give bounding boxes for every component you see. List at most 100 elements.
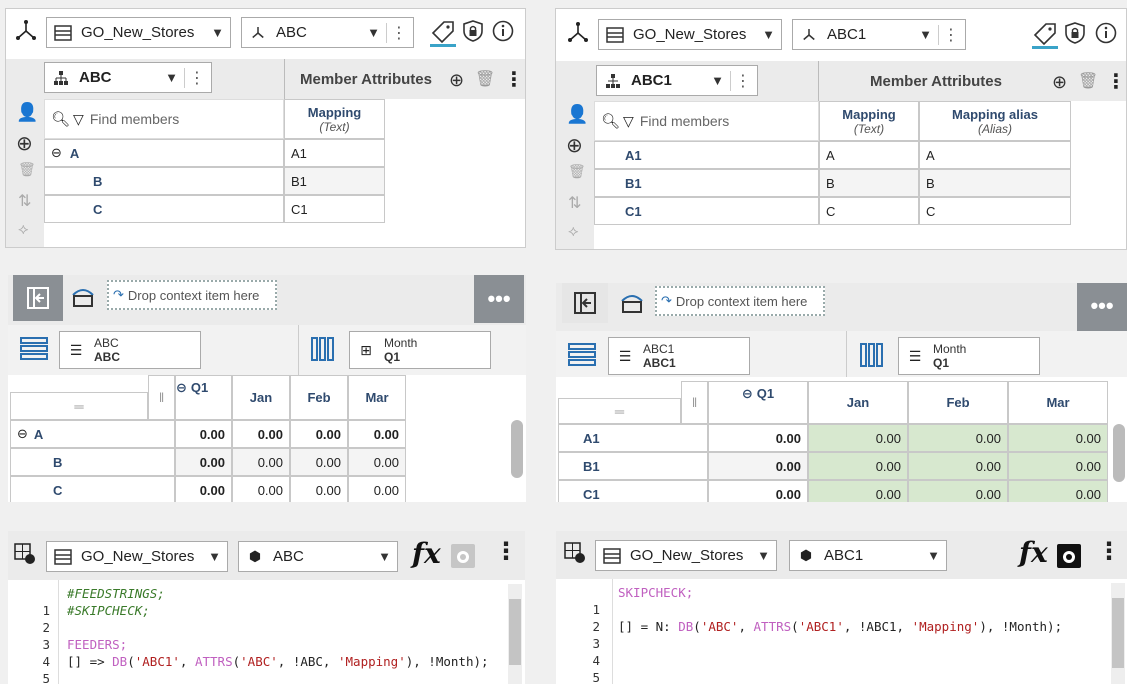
member-row[interactable]: B1 (594, 169, 819, 197)
more-button[interactable]: ••• (1077, 283, 1127, 331)
attribute-header-mapping-alias[interactable]: Mapping alias (Alias) (919, 101, 1071, 141)
column-handle[interactable]: ‖ (681, 381, 708, 424)
move-member-icon[interactable]: ⇅ (18, 191, 31, 211)
add-attribute-icon[interactable]: ⊕ (449, 70, 464, 91)
cube-dropdown[interactable]: GO_New_Stores ▼ (46, 541, 228, 572)
attribute-value-cell[interactable]: C (919, 197, 1071, 225)
data-cell[interactable]: 0.00 (348, 448, 406, 476)
rules-code[interactable]: SKIPCHECK; [] = N: DB('ABC', ATTRS('ABC1… (618, 584, 1062, 635)
member-row[interactable]: C1 (594, 197, 819, 225)
row-member[interactable]: C1 (558, 480, 708, 502)
collapse-panel-button[interactable] (562, 283, 608, 323)
data-cell[interactable]: 0.00 (808, 480, 908, 502)
row-member[interactable]: ⊖ A (10, 420, 175, 448)
collapse-icon[interactable]: ⊖ (17, 426, 28, 442)
attribute-value-cell[interactable]: B1 (284, 167, 385, 195)
more-button[interactable]: ••• (474, 275, 524, 323)
info-icon[interactable] (491, 19, 515, 43)
code-scrollbar-thumb[interactable] (509, 599, 521, 665)
attribute-value-cell[interactable]: C (819, 197, 919, 225)
code-scrollbar-thumb[interactable] (1112, 598, 1124, 668)
attribute-value-cell[interactable]: A (819, 141, 919, 169)
column-dimension-selector[interactable]: ⊞ Month Q1 (349, 331, 491, 369)
row-dimension-selector[interactable]: ☰ ABC1 ABC1 (608, 337, 750, 375)
data-cell[interactable]: 0.00 (708, 424, 808, 452)
member-row[interactable]: B (44, 167, 284, 195)
data-cell[interactable]: 0.00 (1008, 480, 1108, 502)
member-search[interactable]: 🔍︎ ▽ Find members (594, 101, 819, 141)
data-cell[interactable]: 0.00 (808, 452, 908, 480)
sandbox-icon[interactable] (70, 283, 96, 309)
dimension-dropdown[interactable]: ⬢ ABC ▼ (238, 541, 398, 572)
calculator-icon[interactable] (14, 543, 36, 568)
row-member[interactable]: B (10, 448, 175, 476)
cube-dropdown[interactable]: GO_New_Stores ▼ (595, 540, 777, 571)
function-icon[interactable]: fx (1019, 536, 1048, 569)
attribute-value-cell[interactable]: B (819, 169, 919, 197)
data-cell[interactable]: 0.00 (908, 424, 1008, 452)
split-icon[interactable]: ⟡ (18, 221, 29, 239)
delete-attribute-icon[interactable]: 🗑 (475, 69, 495, 89)
data-cell[interactable]: 0.00 (1008, 452, 1108, 480)
row-header-handle[interactable]: ═ (558, 398, 681, 424)
attribute-value-cell[interactable]: B (919, 169, 1071, 197)
data-cell[interactable]: 0.00 (232, 448, 290, 476)
column-header[interactable]: Feb (290, 375, 348, 420)
add-attribute-icon[interactable]: ⊕ (1052, 72, 1067, 93)
delete-member-icon[interactable]: 🗑 (18, 161, 36, 178)
hierarchy-icon[interactable] (14, 19, 38, 43)
collapse-icon[interactable]: ⊖ (51, 145, 62, 161)
delete-member-icon[interactable]: 🗑 (568, 163, 586, 180)
hierarchy-dropdown[interactable]: ABC ▼ ⋮ (44, 62, 212, 93)
attribute-kebab-icon[interactable]: ⋮ (504, 67, 524, 92)
hierarchy-dropdown[interactable]: ABC1 ▼ ⋮ (596, 65, 758, 96)
column-header[interactable]: Jan (808, 381, 908, 424)
column-header[interactable]: ⊖ Q1 (175, 375, 232, 420)
save-icon[interactable] (450, 543, 476, 572)
kebab-icon[interactable]: ⋮ (938, 24, 959, 45)
cube-dropdown[interactable]: GO_New_Stores ▼ (46, 17, 231, 48)
data-cell[interactable]: 0.00 (290, 420, 348, 448)
member-search[interactable]: 🔍︎ ▽ Find members (44, 99, 284, 139)
row-dimension-selector[interactable]: ☰ ABC ABC (59, 331, 201, 369)
data-cell[interactable]: 0.00 (708, 452, 808, 480)
filter-icon[interactable]: ▽ (623, 113, 634, 130)
data-cell[interactable]: 0.00 (290, 448, 348, 476)
column-header[interactable]: ⊖ Q1 (708, 381, 808, 424)
user-icon[interactable]: 👤 (16, 102, 38, 123)
cube-dropdown[interactable]: GO_New_Stores ▼ (598, 19, 782, 50)
data-cell[interactable]: 0.00 (908, 452, 1008, 480)
member-row[interactable]: ⊖ A (44, 139, 284, 167)
tag-icon[interactable] (1032, 21, 1058, 49)
attribute-header-mapping[interactable]: Mapping (Text) (284, 99, 385, 139)
data-cell[interactable]: 0.00 (232, 476, 290, 502)
data-cell[interactable]: 0.00 (1008, 424, 1108, 452)
columns-icon[interactable] (860, 343, 884, 370)
sandbox-icon[interactable] (619, 289, 645, 315)
data-cell[interactable]: 0.00 (348, 420, 406, 448)
attribute-value-cell[interactable]: A (919, 141, 1071, 169)
column-handle[interactable]: ‖ (148, 375, 175, 420)
user-icon[interactable]: 👤 (566, 104, 588, 125)
search-input[interactable]: Find members (640, 113, 729, 129)
attribute-value-cell[interactable]: C1 (284, 195, 385, 223)
search-input[interactable]: Find members (90, 111, 179, 127)
column-header[interactable]: Mar (1008, 381, 1108, 424)
kebab-icon[interactable]: ⋮ (386, 22, 407, 43)
context-drop-zone[interactable]: ↷ Drop context item here (107, 280, 277, 310)
columns-icon[interactable] (311, 337, 335, 364)
context-drop-zone[interactable]: ↷ Drop context item here (655, 286, 825, 316)
collapse-icon[interactable]: ⊖ (176, 380, 187, 396)
data-cell[interactable]: 0.00 (290, 476, 348, 502)
data-cell[interactable]: 0.00 (808, 424, 908, 452)
column-header[interactable]: Feb (908, 381, 1008, 424)
data-cell[interactable]: 0.00 (348, 476, 406, 502)
row-header-handle[interactable]: ═ (10, 392, 148, 420)
filter-icon[interactable]: ▽ (73, 111, 84, 128)
dimension-dropdown[interactable]: ABC ▼ ⋮ (241, 17, 414, 48)
data-cell[interactable]: 0.00 (175, 420, 232, 448)
data-cell[interactable]: 0.00 (175, 476, 232, 502)
dimension-dropdown[interactable]: ⬢ ABC1 ▼ (789, 540, 947, 571)
attribute-header-mapping[interactable]: Mapping (Text) (819, 101, 919, 141)
security-icon[interactable] (1063, 21, 1087, 45)
